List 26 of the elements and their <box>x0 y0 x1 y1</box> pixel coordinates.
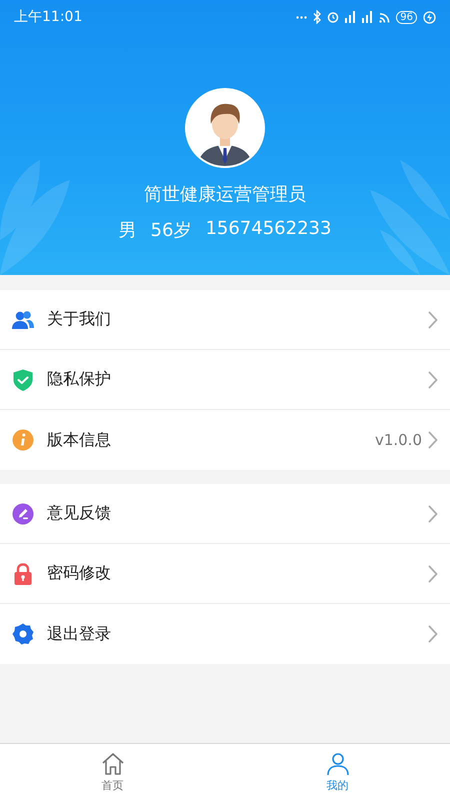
wifi-icon <box>379 12 390 22</box>
person-icon <box>324 752 350 776</box>
info-icon <box>11 428 35 452</box>
user-name: 简世健康运营管理员 <box>144 183 306 206</box>
user-gender: 男 <box>118 219 137 242</box>
chevron-right-icon <box>428 370 438 388</box>
alarm-icon <box>327 11 340 23</box>
user-age: 56岁 <box>150 219 192 242</box>
bluetooth-icon <box>313 10 322 24</box>
user-phone: 15674562233 <box>205 218 332 241</box>
status-time: 上午11:01 <box>14 8 82 26</box>
version-value: v1.0.0 <box>374 431 422 449</box>
chevron-right-icon <box>428 564 438 582</box>
chevron-right-icon <box>428 431 438 449</box>
home-icon <box>100 752 126 776</box>
charging-icon <box>423 10 436 24</box>
signal-icon <box>362 11 374 23</box>
chevron-right-icon <box>428 504 438 522</box>
chevron-right-icon <box>428 310 438 328</box>
pencil-icon <box>11 502 35 526</box>
settings-icon <box>11 622 35 646</box>
more-icon <box>296 16 308 18</box>
chevron-right-icon <box>428 625 438 643</box>
shield-check-icon <box>11 368 35 392</box>
signal-icon <box>345 11 356 23</box>
battery-level: 96 <box>396 10 417 24</box>
